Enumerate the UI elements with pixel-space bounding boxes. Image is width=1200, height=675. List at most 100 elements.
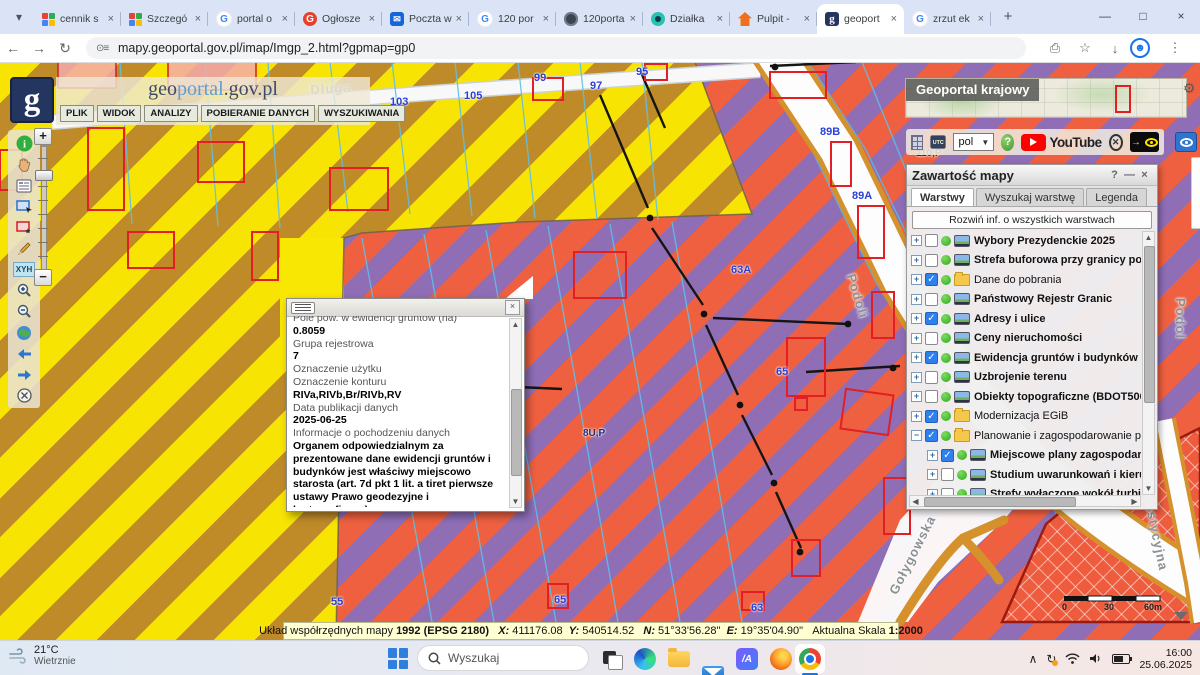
browser-tab[interactable]: Szczegó× <box>121 4 208 34</box>
layer-row[interactable]: −✓Planowanie i zagospodarowanie przestrz… <box>909 426 1141 446</box>
layer-checkbox[interactable] <box>925 234 938 247</box>
sync-icon[interactable]: ↻ <box>1046 652 1056 666</box>
tab-close-icon[interactable]: × <box>366 13 378 25</box>
layer-list-vscrollbar[interactable]: ▲ ▼ <box>1142 231 1155 495</box>
browser-tab[interactable]: Gportal o× <box>208 4 295 34</box>
browser-tab[interactable]: Pulpit -× <box>730 4 817 34</box>
layer-row[interactable]: +✓Adresy i ulice <box>909 309 1141 329</box>
browser-tab[interactable]: Gzrzut ek× <box>904 4 991 34</box>
browser-tab[interactable]: cennik s× <box>34 4 121 34</box>
collapsed-panel-strip[interactable] <box>1191 157 1200 229</box>
browser-tab[interactable]: ggeoport× <box>817 4 904 34</box>
previous-view-button[interactable] <box>13 343 35 364</box>
expand-toggle[interactable]: − <box>911 430 922 441</box>
mail-icon[interactable] <box>702 666 724 675</box>
window-close-button[interactable]: × <box>1162 0 1200 32</box>
layer-list-hscrollbar[interactable]: ◀ ▶ <box>909 495 1141 507</box>
window-maximize-button[interactable]: □ <box>1124 0 1162 32</box>
expand-toggle[interactable]: + <box>911 391 922 402</box>
tab-close-icon[interactable]: × <box>714 13 726 25</box>
full-extent-globe-tool[interactable] <box>13 322 35 343</box>
settings-wheel-icon[interactable]: ✕ <box>1109 134 1123 151</box>
tray-chevron-icon[interactable]: ∧ <box>1029 652 1038 666</box>
task-view-button[interactable] <box>600 648 622 670</box>
layer-row[interactable]: +✓Miejscowe plany zagospodarowania przes… <box>909 446 1141 466</box>
overview-minimap[interactable]: Geoportal krajowy <box>905 78 1187 118</box>
tab-close-icon[interactable]: × <box>801 13 813 25</box>
tab-close-icon[interactable]: × <box>192 13 204 25</box>
clear-selection-button[interactable] <box>13 385 35 406</box>
browser-tab[interactable]: G120 por× <box>469 4 556 34</box>
layer-checkbox[interactable] <box>925 293 938 306</box>
expand-toggle[interactable]: + <box>911 294 922 305</box>
zoom-out-button[interactable]: − <box>34 269 52 286</box>
browser-tab[interactable]: 120porta× <box>556 4 643 34</box>
expand-toggle[interactable]: + <box>911 255 922 266</box>
browser-tab[interactable]: GOgłosze× <box>295 4 382 34</box>
layer-row[interactable]: +Państwowy Rejestr Granic <box>909 290 1141 310</box>
menu-plik[interactable]: PLIK <box>60 105 94 122</box>
expand-all-layers-button[interactable]: Rozwiń inf. o wszystkich warstwach <box>912 211 1152 229</box>
downloads-icon[interactable]: ↓ <box>1100 41 1130 56</box>
forward-button[interactable]: → <box>26 40 52 56</box>
expand-toggle[interactable]: + <box>911 235 922 246</box>
menu-pobieranie-danych[interactable]: POBIERANIE DANYCH <box>201 105 315 122</box>
browser-menu-icon[interactable]: ⋮ <box>1160 40 1190 56</box>
zoom-in-button[interactable]: + <box>34 128 52 145</box>
expand-toggle[interactable]: + <box>911 274 922 285</box>
popup-scrollbar[interactable]: ▲ ▼ <box>509 318 522 508</box>
expand-toggle[interactable]: + <box>911 352 922 363</box>
back-button[interactable]: ← <box>0 40 26 56</box>
help-icon[interactable]: ? <box>1001 134 1014 151</box>
layer-checkbox[interactable] <box>925 254 938 267</box>
identify-info-tool[interactable]: i <box>13 133 35 154</box>
layer-checkbox[interactable]: ✓ <box>925 410 938 423</box>
edge-icon[interactable] <box>634 648 656 670</box>
popup-close-button[interactable]: × <box>505 300 520 315</box>
expand-toggle[interactable]: + <box>911 313 922 324</box>
panel-tab-warstwy[interactable]: Warstwy <box>911 188 974 206</box>
tab-search-chevron[interactable]: ▾ <box>6 4 32 30</box>
taskbar-clock[interactable]: 16:00 25.06.2025 <box>1139 647 1192 671</box>
firefox-icon[interactable] <box>770 648 792 670</box>
bookmark-star-icon[interactable]: ☆ <box>1070 40 1100 56</box>
layer-checkbox[interactable]: ✓ <box>925 312 938 325</box>
layer-row[interactable]: +✓Dane do pobrania <box>909 270 1141 290</box>
wifi-icon[interactable] <box>1065 653 1080 664</box>
layer-checkbox[interactable] <box>925 390 938 403</box>
layer-row[interactable]: +Uzbrojenie terenu <box>909 368 1141 388</box>
popup-list-icon[interactable] <box>291 302 315 314</box>
xyh-coordinates-tool[interactable]: XYH <box>13 259 35 280</box>
browser-tab[interactable]: Działka× <box>643 4 730 34</box>
panel-header[interactable]: Zawartość mapy ? — × <box>907 165 1157 186</box>
panel-tab-legenda[interactable]: Legenda <box>1086 188 1147 206</box>
battery-icon[interactable] <box>1112 654 1130 664</box>
taskbar-weather-widget[interactable]: 21°CWietrznie <box>8 644 76 667</box>
attribute-form-tool[interactable] <box>13 175 35 196</box>
tab-close-icon[interactable]: × <box>453 13 465 25</box>
measure-pencil-tool[interactable] <box>13 238 35 259</box>
browser-tab[interactable]: ✉Poczta w× <box>382 4 469 34</box>
start-button[interactable] <box>388 648 409 669</box>
address-bar[interactable]: ⊙≡ mapy.geoportal.gov.pl/imap/Imgp_2.htm… <box>86 37 1026 59</box>
tab-close-icon[interactable]: × <box>888 13 900 25</box>
geoportal-logo[interactable]: g <box>10 77 54 123</box>
tab-close-icon[interactable]: × <box>627 13 639 25</box>
layer-checkbox[interactable]: ✓ <box>925 273 938 286</box>
layer-checkbox[interactable]: ✓ <box>925 351 938 364</box>
layer-checkbox[interactable]: ✓ <box>941 449 954 462</box>
layer-row[interactable]: +✓Modernizacja EGiB <box>909 407 1141 427</box>
file-explorer-icon[interactable] <box>668 651 690 667</box>
chrome-icon-active[interactable] <box>795 644 825 674</box>
layer-row[interactable]: +Strefy wyłaczone wokół turbin wiatrowyc… <box>909 485 1141 496</box>
reload-button[interactable]: ↻ <box>52 40 78 57</box>
tab-close-icon[interactable]: × <box>279 13 291 25</box>
menu-analizy[interactable]: ANALIZY <box>144 105 197 122</box>
layer-checkbox[interactable] <box>941 488 954 495</box>
gear-icon[interactable]: ⚙ <box>1183 80 1196 97</box>
layer-row[interactable]: +Studium uwarunkowań i kierunków zagospo… <box>909 465 1141 485</box>
panel-close-button[interactable]: × <box>1137 169 1152 181</box>
window-minimize-button[interactable]: — <box>1086 0 1124 32</box>
send-to-device-icon[interactable]: ⎙ <box>1040 40 1070 56</box>
zoom-in-tool[interactable] <box>13 280 35 301</box>
